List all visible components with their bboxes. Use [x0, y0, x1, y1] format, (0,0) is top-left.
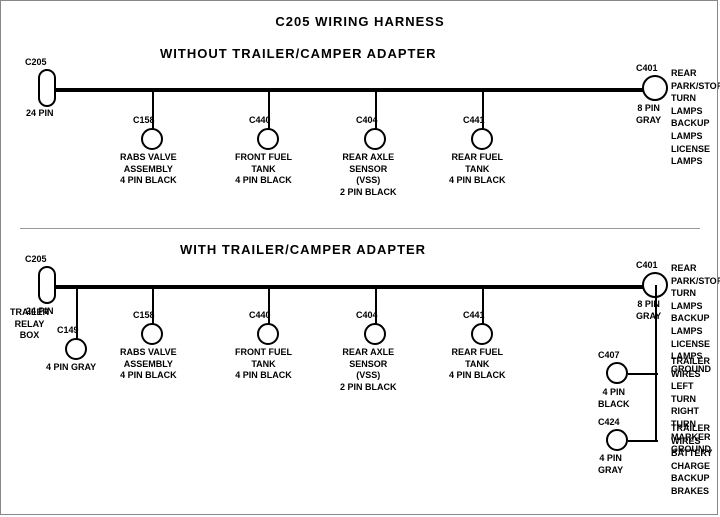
c149-label: C149	[57, 325, 79, 337]
right-vline	[655, 285, 657, 440]
c401-top-label: C401	[636, 63, 658, 75]
c158-bot-connector	[141, 323, 163, 345]
c424-sub: 4 PINGRAY	[598, 453, 623, 476]
c205-bot-connector	[38, 266, 56, 304]
c158-bot-label: C158	[133, 310, 155, 322]
c440-top-connector	[257, 128, 279, 150]
c205-top-sub: 24 PIN	[26, 108, 54, 120]
c158-top-sub: RABS VALVEASSEMBLY4 PIN BLACK	[120, 152, 177, 187]
c404-top-label: C404	[356, 115, 378, 127]
c205-bot-label: C205	[25, 254, 47, 266]
bot-bus-line	[47, 285, 655, 289]
c149-extra: TRAILERRELAYBOX	[10, 307, 49, 342]
c158-bot-sub: RABS VALVEASSEMBLY4 PIN BLACK	[120, 347, 177, 382]
c404-bot-label: C404	[356, 310, 378, 322]
c404-bot-connector	[364, 323, 386, 345]
c441-top-connector	[471, 128, 493, 150]
section-divider	[20, 228, 700, 229]
c440-top-sub: FRONT FUELTANK4 PIN BLACK	[235, 152, 292, 187]
diagram-container: C205 WIRING HARNESS WITHOUT TRAILER/CAMP…	[0, 0, 720, 500]
c149-connector	[65, 338, 87, 360]
c424-connector	[606, 429, 628, 451]
c440-top-label: C440	[249, 115, 271, 127]
c205-top-label: C205	[25, 57, 47, 69]
c401-top-right: REAR PARK/STOPTURN LAMPSBACKUP LAMPSLICE…	[671, 67, 720, 168]
c407-connector	[606, 362, 628, 384]
c404-top-sub: REAR AXLESENSOR(VSS)2 PIN BLACK	[340, 152, 397, 199]
c158-top-label: C158	[133, 115, 155, 127]
c407-hline	[628, 373, 658, 375]
c149-sub: 4 PIN GRAY	[46, 362, 96, 374]
c424-label: C424	[598, 417, 620, 429]
c424-right: TRAILER WIRESBATTERY CHARGEBACKUPBRAKES	[671, 422, 720, 498]
page-title: C205 WIRING HARNESS	[0, 6, 720, 29]
c440-bot-connector	[257, 323, 279, 345]
c441-top-label: C441	[463, 115, 485, 127]
c440-bot-label: C440	[249, 310, 271, 322]
c404-bot-sub: REAR AXLESENSOR(VSS)2 PIN BLACK	[340, 347, 397, 394]
c407-sub: 4 PINBLACK	[598, 387, 630, 410]
section1-label: WITHOUT TRAILER/CAMPER ADAPTER	[160, 46, 437, 61]
c441-bot-connector	[471, 323, 493, 345]
c440-bot-sub: FRONT FUELTANK4 PIN BLACK	[235, 347, 292, 382]
c401-bot-sub: 8 PINGRAY	[636, 299, 661, 322]
section2-label: WITH TRAILER/CAMPER ADAPTER	[180, 242, 426, 257]
c401-top-sub: 8 PINGRAY	[636, 103, 661, 126]
c205-top-connector	[38, 69, 56, 107]
c404-top-connector	[364, 128, 386, 150]
top-bus-line	[47, 88, 655, 92]
c401-bot-label: C401	[636, 260, 658, 272]
c441-top-sub: REAR FUELTANK4 PIN BLACK	[449, 152, 506, 187]
c424-hline	[628, 440, 658, 442]
c441-bot-sub: REAR FUELTANK4 PIN BLACK	[449, 347, 506, 382]
c441-bot-label: C441	[463, 310, 485, 322]
c401-top-connector	[642, 75, 668, 101]
c158-top-connector	[141, 128, 163, 150]
c407-label: C407	[598, 350, 620, 362]
